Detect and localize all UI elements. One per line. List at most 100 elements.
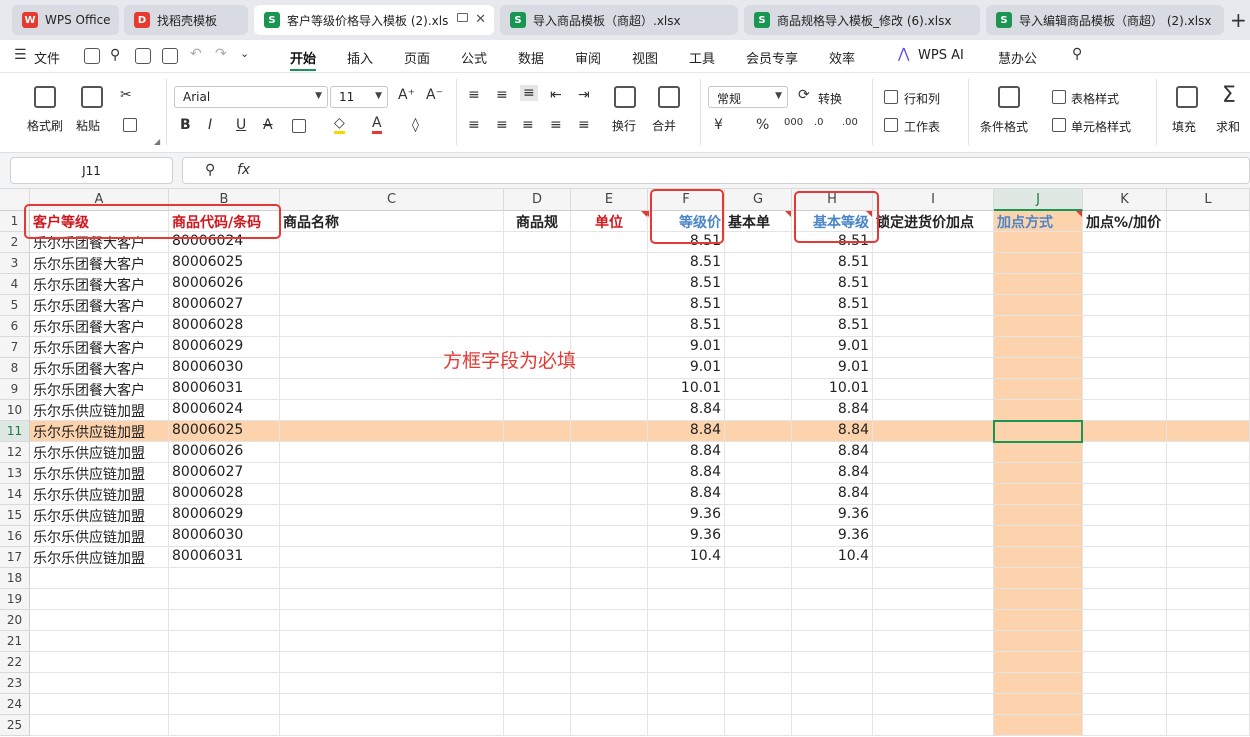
menu-file[interactable]: 文件 xyxy=(34,48,60,67)
column-header-g[interactable]: G xyxy=(725,189,792,211)
font-color-icon[interactable]: A xyxy=(372,115,382,134)
grid-cell[interactable] xyxy=(994,484,1083,505)
grid-cell[interactable]: 10.01 xyxy=(648,379,725,400)
grid-cell[interactable] xyxy=(648,610,725,631)
grid-cell[interactable] xyxy=(648,631,725,652)
grid-cell[interactable] xyxy=(994,379,1083,400)
grid-cell[interactable]: 乐尔乐供应链加盟 xyxy=(30,547,169,568)
tab-wps-office[interactable]: W WPS Office xyxy=(12,5,119,35)
grid-cell[interactable]: 80006024 xyxy=(169,232,280,253)
conditional-format-button[interactable]: 条件格式 xyxy=(980,118,1028,135)
grid-cell[interactable] xyxy=(1083,694,1167,715)
grid-cell[interactable] xyxy=(1083,253,1167,274)
grid-cell[interactable] xyxy=(280,442,504,463)
grid-cell[interactable] xyxy=(1083,715,1167,736)
grid-cell[interactable] xyxy=(1167,232,1250,253)
grid-cell[interactable] xyxy=(725,463,792,484)
header-cell[interactable]: 等级价 xyxy=(648,211,725,232)
menu-page[interactable]: 页面 xyxy=(404,48,430,67)
grid-cell[interactable] xyxy=(169,610,280,631)
thousands-icon[interactable]: 000 xyxy=(784,117,803,128)
header-cell[interactable]: 商品名称 xyxy=(280,211,504,232)
grid-cell[interactable] xyxy=(571,631,648,652)
grid-cell[interactable]: 9.01 xyxy=(648,358,725,379)
grid-cell[interactable] xyxy=(725,694,792,715)
tab-active-file[interactable]: S 客户等级价格导入模板 (2).xls ✕ xyxy=(254,5,494,35)
dialog-launcher-icon[interactable]: ◢ xyxy=(154,137,160,146)
border-icon[interactable] xyxy=(292,119,306,133)
redo-icon[interactable]: ↷ xyxy=(215,46,227,62)
grid-cell[interactable] xyxy=(725,316,792,337)
grid-cell[interactable] xyxy=(994,694,1083,715)
row-header[interactable]: 24 xyxy=(0,694,30,715)
grid-cell[interactable] xyxy=(1083,400,1167,421)
grid-cell[interactable]: 9.36 xyxy=(648,526,725,547)
header-cell[interactable] xyxy=(1167,211,1250,232)
grid-cell[interactable] xyxy=(725,652,792,673)
grid-cell[interactable] xyxy=(994,337,1083,358)
row-header[interactable]: 5 xyxy=(0,295,30,316)
number-format-select[interactable]: 常规 ▼ xyxy=(708,86,788,108)
grid-cell[interactable] xyxy=(30,715,169,736)
grid-cell[interactable] xyxy=(169,694,280,715)
worksheet-icon[interactable] xyxy=(884,118,898,132)
percent-icon[interactable]: % xyxy=(756,117,769,133)
header-cell[interactable]: 商品规 xyxy=(504,211,571,232)
grid-cell[interactable] xyxy=(994,421,1083,442)
currency-icon[interactable]: ¥ xyxy=(714,117,723,133)
table-style-button[interactable]: 表格样式 xyxy=(1071,90,1119,107)
fill-color-icon[interactable]: ◇ xyxy=(334,115,345,134)
grid-cell[interactable]: 80006026 xyxy=(169,442,280,463)
grid-cell[interactable] xyxy=(504,589,571,610)
grid-cell[interactable] xyxy=(1083,526,1167,547)
grid-cell[interactable] xyxy=(873,232,994,253)
grid-cell[interactable]: 乐尔乐团餐大客户 xyxy=(30,232,169,253)
grid-cell[interactable] xyxy=(873,715,994,736)
grid-cell[interactable]: 9.36 xyxy=(792,526,873,547)
grid-cell[interactable]: 乐尔乐供应链加盟 xyxy=(30,400,169,421)
grid-cell[interactable] xyxy=(1167,379,1250,400)
column-header-c[interactable]: C xyxy=(280,189,504,211)
grid-cell[interactable] xyxy=(30,589,169,610)
grid-cell[interactable] xyxy=(1167,505,1250,526)
grid-cell[interactable] xyxy=(725,547,792,568)
header-cell[interactable]: 锁定进货价加点 xyxy=(873,211,994,232)
eraser-icon[interactable]: ◊ xyxy=(412,117,419,133)
decrease-font-icon[interactable]: A⁻ xyxy=(426,87,443,103)
grid-cell[interactable] xyxy=(571,274,648,295)
grid-cell[interactable] xyxy=(504,463,571,484)
column-header-f[interactable]: F xyxy=(648,189,725,211)
grid-cell[interactable] xyxy=(648,673,725,694)
grid-cell[interactable] xyxy=(1167,274,1250,295)
grid-cell[interactable] xyxy=(792,568,873,589)
align-center-icon[interactable]: ≡ xyxy=(496,117,508,133)
grid-cell[interactable] xyxy=(725,484,792,505)
grid-cell[interactable] xyxy=(280,232,504,253)
grid-cell[interactable] xyxy=(571,547,648,568)
grid-cell[interactable] xyxy=(280,484,504,505)
grid-cell[interactable] xyxy=(1167,295,1250,316)
grid-cell[interactable] xyxy=(280,421,504,442)
grid-cell[interactable]: 乐尔乐团餐大客户 xyxy=(30,253,169,274)
grid-cell[interactable] xyxy=(504,316,571,337)
select-all-corner[interactable] xyxy=(0,189,30,211)
grid-cell[interactable] xyxy=(725,589,792,610)
grid-cell[interactable] xyxy=(571,295,648,316)
grid-cell[interactable] xyxy=(280,505,504,526)
grid-cell[interactable] xyxy=(994,652,1083,673)
grid-cell[interactable] xyxy=(571,358,648,379)
grid-cell[interactable] xyxy=(725,400,792,421)
row-header[interactable]: 16 xyxy=(0,526,30,547)
grid-cell[interactable]: 10.01 xyxy=(792,379,873,400)
close-icon[interactable]: ✕ xyxy=(475,12,486,27)
grid-cell[interactable] xyxy=(30,631,169,652)
grid-cell[interactable]: 80006025 xyxy=(169,253,280,274)
grid-cell[interactable] xyxy=(725,358,792,379)
grid-cell[interactable] xyxy=(873,673,994,694)
grid-cell[interactable]: 8.84 xyxy=(792,442,873,463)
grid-cell[interactable] xyxy=(725,526,792,547)
grid-cell[interactable]: 8.84 xyxy=(792,421,873,442)
row-header[interactable]: 13 xyxy=(0,463,30,484)
grid-cell[interactable] xyxy=(504,400,571,421)
grid-cell[interactable] xyxy=(504,568,571,589)
